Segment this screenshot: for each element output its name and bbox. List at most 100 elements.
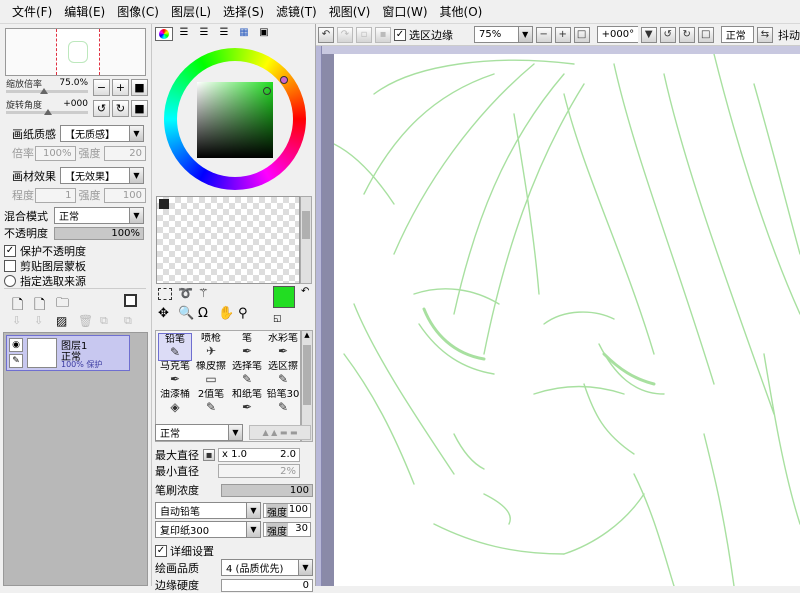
drawing-canvas[interactable]	[334, 54, 800, 586]
delete-layer-icon[interactable]: 🗑	[78, 314, 93, 328]
menu-layer[interactable]: 图层(L)	[165, 3, 217, 20]
redo-button[interactable]: ↷	[337, 26, 353, 43]
zoom-slider[interactable]	[6, 88, 88, 94]
zoom-out-button[interactable]: −	[535, 26, 552, 43]
opacity-slider[interactable]: 100%	[54, 226, 144, 240]
layer-mask-icon[interactable]	[124, 294, 137, 307]
rotate-right-icon[interactable]: ↻	[112, 100, 129, 117]
deselect-button[interactable]: ▫	[356, 26, 372, 43]
flip-button[interactable]: ⇆	[757, 26, 773, 43]
rotate-view-icon[interactable]: Ω	[198, 306, 208, 321]
brush-tool-1[interactable]: 喷枪 ✈	[194, 333, 228, 361]
material-strength-field[interactable]: 100	[103, 187, 146, 203]
brush-tool-8[interactable]: 油漆桶 ◈	[158, 389, 192, 417]
menu-select[interactable]: 选择(S)	[217, 3, 270, 20]
rotate-reset-button[interactable]: □	[697, 26, 714, 43]
navigator-preview[interactable]	[5, 28, 146, 76]
swatch-black[interactable]	[159, 199, 169, 209]
scroll-up-icon[interactable]: ▲	[302, 331, 312, 341]
gradient-tab-icon[interactable]: ☰	[215, 27, 233, 41]
brush-tool-11[interactable]: 铅笔30 ✎	[266, 389, 300, 417]
hue-marker-icon[interactable]	[280, 76, 288, 84]
zoom-icon[interactable]: 🔍	[178, 306, 194, 321]
invert-selection-button[interactable]: ▪	[375, 26, 391, 43]
zoom-reset-icon[interactable]: ■	[131, 79, 148, 96]
material-dropdown[interactable]: 【无效果】 ▼	[60, 167, 144, 184]
brush-tool-0[interactable]: 铅笔 ✎	[158, 333, 192, 361]
reset-colors-icon[interactable]: ◱	[273, 314, 282, 324]
zoom-dropdown[interactable]: 75% ▼	[474, 26, 533, 43]
brush-texture-strength-field[interactable]: 强度 30	[263, 522, 311, 538]
select-source-radio[interactable]	[4, 275, 16, 287]
brush-tool-3[interactable]: 水彩笔 ✒	[266, 333, 300, 361]
canvas-area[interactable]	[316, 46, 800, 586]
max-size-field[interactable]: x 1.0 2.0	[218, 448, 300, 462]
scroll-thumb[interactable]	[302, 211, 310, 239]
magic-wand-icon[interactable]: ⚚	[198, 286, 209, 300]
brush-shape-presets[interactable]: ▲ ▲ ▬ ▬	[249, 425, 311, 440]
new-folder-icon[interactable]: 🗀	[56, 294, 69, 316]
brush-tool-4[interactable]: 马克笔 ✒	[158, 361, 192, 389]
detail-settings-checkbox[interactable]: ✓	[155, 545, 167, 557]
layer-item[interactable]: ◉ ✎ 图层1 正常 100% 保护	[6, 335, 130, 371]
brush-tool-9[interactable]: 2值笔 ✎	[194, 389, 228, 417]
color-wheel-tab-icon[interactable]	[155, 27, 173, 41]
brush-shape-dropdown[interactable]: 自动铅笔 ▼	[155, 502, 261, 519]
merge-down-icon[interactable]: ⇩	[34, 314, 43, 327]
scratchpad-tab-icon[interactable]: ▣	[255, 27, 273, 41]
paper-scale-field[interactable]: 100%	[35, 145, 76, 161]
brush-shape-strength-field[interactable]: 强度 100	[263, 503, 311, 519]
brush-tool-2[interactable]: 笔 ✒	[230, 333, 264, 361]
menu-view[interactable]: 视图(V)	[323, 3, 377, 20]
edge-hardness-field[interactable]: 0	[221, 578, 313, 592]
lasso-icon[interactable]: ➰	[178, 286, 193, 300]
zoom-in-icon[interactable]: +	[112, 79, 129, 96]
brush-tool-10[interactable]: 和纸笔 ✒	[230, 389, 264, 417]
zoom-in-button[interactable]: +	[554, 26, 571, 43]
mode-field[interactable]: 正常	[720, 26, 754, 43]
rect-select-icon[interactable]	[158, 288, 172, 300]
density-slider[interactable]: 100	[221, 483, 313, 497]
slider-thumb-icon[interactable]	[44, 109, 52, 115]
canvas-scrollbar-left[interactable]	[316, 46, 322, 586]
brush-tool-6[interactable]: 选择笔 ✎	[230, 361, 264, 389]
rotation-dropdown-button[interactable]: ▼	[640, 26, 657, 43]
material-degree-field[interactable]: 1	[35, 187, 76, 203]
swap-colors-icon[interactable]: ↶	[301, 286, 309, 297]
select-edge-checkbox[interactable]: ✓	[394, 28, 406, 41]
zoom-reset-button[interactable]: □	[573, 26, 590, 43]
menu-image[interactable]: 图像(C)	[111, 3, 165, 20]
rgb-slider-tab-icon[interactable]: ☰	[175, 27, 193, 41]
min-size-field[interactable]: 2%	[218, 464, 300, 478]
menu-file[interactable]: 文件(F)	[6, 3, 58, 20]
brush-tool-7[interactable]: 选区擦 ✎	[266, 361, 300, 389]
hand-icon[interactable]: ✋	[218, 306, 234, 321]
hsv-slider-tab-icon[interactable]: ☰	[195, 27, 213, 41]
brush-tool-5[interactable]: 橡皮擦 ▭	[194, 361, 228, 389]
brush-lock-icon[interactable]: ✎	[9, 354, 23, 368]
brush-mode-dropdown[interactable]: 正常 ▼	[155, 424, 243, 441]
rotate-left-button[interactable]: ↺	[659, 26, 676, 43]
sv-marker-icon[interactable]	[263, 87, 271, 95]
slider-thumb-icon[interactable]	[40, 88, 48, 94]
rotate-left-icon[interactable]: ↺	[93, 100, 110, 117]
move-icon[interactable]: ✥	[158, 306, 169, 321]
swatch-grid[interactable]	[156, 196, 300, 284]
protect-opacity-checkbox[interactable]: ✓	[4, 245, 16, 257]
menu-other[interactable]: 其他(O)	[434, 3, 489, 20]
zoom-out-icon[interactable]: −	[93, 79, 110, 96]
undo-button[interactable]: ↶	[318, 26, 334, 43]
swatches-tab-icon[interactable]: ▦	[235, 27, 253, 41]
menu-edit[interactable]: 编辑(E)	[58, 3, 111, 20]
flatten-icon[interactable]: ⧉	[124, 314, 132, 328]
menu-filter[interactable]: 滤镜(T)	[270, 3, 323, 20]
rotate-right-button[interactable]: ↻	[678, 26, 695, 43]
paper-strength-field[interactable]: 20	[103, 145, 146, 161]
brush-texture-dropdown[interactable]: 复印纸300 ▼	[155, 521, 261, 538]
merge-visible-icon[interactable]: ⧉	[100, 314, 108, 328]
clip-group-checkbox[interactable]	[4, 260, 16, 272]
paper-texture-dropdown[interactable]: 【无质感】 ▼	[60, 125, 144, 142]
clear-layer-icon[interactable]: ▨	[56, 314, 67, 328]
eye-icon[interactable]: ◉	[9, 338, 23, 352]
saturation-value-square[interactable]	[197, 82, 273, 158]
